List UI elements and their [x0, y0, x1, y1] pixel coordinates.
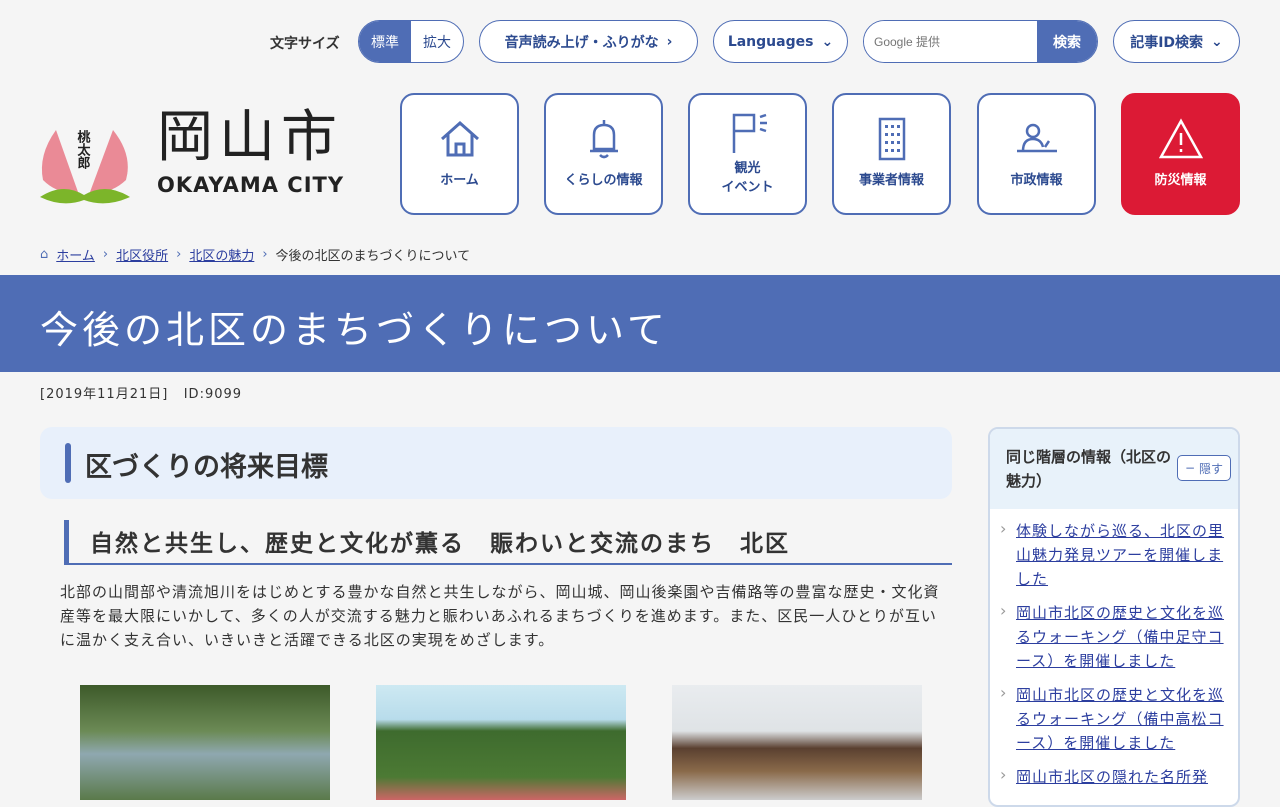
- speech-furigana-button[interactable]: 音声読み上げ・ふりがな ›: [479, 20, 698, 63]
- castle-photo: [376, 685, 626, 800]
- list-item: 岡山市北区の歴史と文化を巡るウォーキング（備中高松コース）を開催しました: [990, 683, 1228, 755]
- section-heading-text: 区づくりの将来目標: [85, 452, 328, 483]
- sidebar-link[interactable]: 岡山市北区の歴史と文化を巡るウォーキング（備中高松コース）を開催しました: [1016, 686, 1224, 752]
- subheading: 自然と共生し、歴史と文化が薫る 賑わいと交流のまち 北区: [64, 520, 952, 565]
- article-id-search-button[interactable]: 記事ID検索 ⌄: [1113, 20, 1240, 63]
- date: [2019年11月21日]: [40, 387, 169, 402]
- search-input[interactable]: [864, 21, 1037, 62]
- nav-label: 市政情報: [1010, 173, 1063, 189]
- search-box: 検索: [863, 20, 1098, 63]
- sidebar-link[interactable]: 岡山市北区の隠れた名所発: [1016, 768, 1208, 786]
- warning-icon: [1158, 118, 1203, 159]
- nav-label: 防災情報: [1154, 173, 1207, 189]
- bell-icon: [589, 120, 618, 159]
- nav-label: くらしの情報: [564, 173, 643, 189]
- sidebar: 同じ階層の情報（北区の魅力） −隠す 体験しながら巡る、北区の里山魅力発見ツアー…: [988, 427, 1240, 807]
- building-icon: [878, 118, 905, 161]
- subheading-text: 自然と共生し、歴史と文化が薫る 賑わいと交流のまち 北区: [90, 531, 790, 557]
- home-icon: ⌂: [40, 247, 49, 262]
- nav-home[interactable]: ホーム: [400, 93, 519, 215]
- font-large-button[interactable]: 拡大: [411, 32, 463, 52]
- list-item: 岡山市北区の隠れた名所発: [990, 765, 1228, 789]
- mascot-logo[interactable]: 桃太郎: [38, 100, 133, 205]
- peach-logo-icon: 桃太郎: [40, 129, 130, 204]
- breadcrumb-current: 今後の北区のまちづくりについて: [275, 249, 471, 264]
- search-button[interactable]: 検索: [1037, 21, 1097, 62]
- sidebar-link[interactable]: 体験しながら巡る、北区の里山魅力発見ツアーを開催しました: [1016, 522, 1224, 588]
- nav-city-admin[interactable]: 市政情報: [977, 93, 1096, 215]
- nav-tourism[interactable]: 観光 イベント: [688, 93, 807, 215]
- nav-business[interactable]: 事業者情報: [832, 93, 951, 215]
- sidebar-link[interactable]: 岡山市北区の歴史と文化を巡るウォーキング（備中足守コース）を開催しました: [1016, 604, 1224, 670]
- sidebar-title: 同じ階層の情報（北区の魅力）: [1006, 448, 1172, 490]
- nav-label: 事業者情報: [858, 173, 924, 189]
- flag-icon: [732, 113, 767, 153]
- article-id-label: 記事ID検索: [1130, 34, 1204, 51]
- list-item: 岡山市北区の歴史と文化を巡るウォーキング（備中足守コース）を開催しました: [990, 601, 1228, 673]
- breadcrumb-link[interactable]: 北区役所: [116, 245, 168, 264]
- home-icon: [440, 121, 479, 157]
- river-photo: [80, 685, 330, 800]
- section-heading: 区づくりの将来目標: [40, 427, 952, 499]
- languages-button[interactable]: Languages ⌄: [713, 20, 848, 63]
- hide-label: 隠す: [1199, 461, 1224, 476]
- city-logo-kanji[interactable]: 岡山市: [157, 110, 343, 166]
- speech-label: 音声読み上げ・ふりがな: [504, 34, 659, 51]
- nav-label: 観光 イベント: [721, 160, 774, 196]
- minus-icon: −: [1184, 461, 1196, 475]
- font-size-label: 文字サイズ: [270, 36, 340, 52]
- body-text: 北部の山間部や清流旭川をはじめとする豊かな自然と共生しながら、岡山城、岡山後楽園…: [60, 583, 940, 649]
- city-logo-english: OKAYAMA CITY: [157, 173, 345, 197]
- languages-label: Languages: [727, 33, 814, 50]
- nav-living[interactable]: くらしの情報: [544, 93, 663, 215]
- page-title: 今後の北区のまちづくりについて: [40, 308, 669, 352]
- nav-disaster[interactable]: 防災情報: [1121, 93, 1240, 215]
- nav-label: ホーム: [440, 173, 479, 189]
- font-size-toggle: 標準 拡大: [358, 20, 464, 63]
- person-desk-icon: [1016, 124, 1057, 153]
- sidebar-header: 同じ階層の情報（北区の魅力） − 隠す: [990, 429, 1238, 509]
- svg-text:桃太郎: 桃太郎: [75, 129, 92, 170]
- chevron-down-icon: ⌄: [821, 33, 834, 50]
- breadcrumb: ⌂ ホーム › 北区役所 › 北区の魅力 › 今後の北区のまちづくりについて: [40, 245, 471, 264]
- list-item: 体験しながら巡る、北区の里山魅力発見ツアーを開催しました: [990, 519, 1228, 591]
- article-id: ID:9099: [183, 387, 243, 402]
- font-standard-button[interactable]: 標準: [359, 21, 411, 62]
- shrine-photo: [672, 685, 922, 800]
- chevron-right-icon: ›: [666, 33, 673, 50]
- breadcrumb-link[interactable]: 北区の魅力: [189, 245, 254, 264]
- page-meta: [2019年11月21日] ID:9099: [40, 383, 242, 402]
- title-banner: 今後の北区のまちづくりについて: [0, 275, 1280, 372]
- chevron-down-icon: ⌄: [1211, 33, 1223, 50]
- breadcrumb-home[interactable]: ホーム: [56, 245, 95, 264]
- hide-button[interactable]: − 隠す: [1177, 455, 1231, 481]
